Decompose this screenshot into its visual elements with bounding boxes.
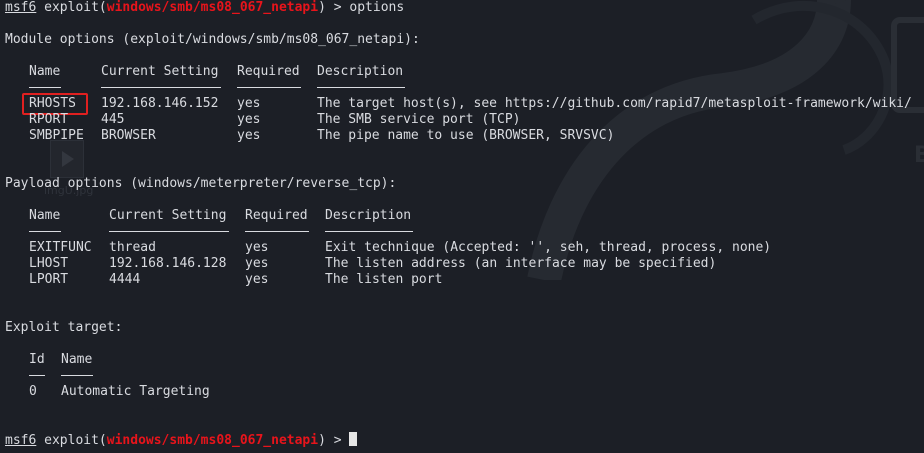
option-description: The SMB service port (TCP)	[317, 112, 521, 127]
option-name: LPORT	[29, 272, 69, 287]
target-header-name: Name	[61, 352, 93, 367]
option-description: The target host(s), see https://github.c…	[317, 96, 912, 111]
divider	[29, 231, 61, 232]
terminal-window[interactable]: K BY OFFE imgU.jpg msf6 exploit(windows/…	[0, 0, 924, 453]
option-description: The listen address (an interface may be …	[325, 256, 717, 271]
target-header-id: Id	[29, 352, 45, 367]
divider	[237, 87, 301, 88]
play-icon	[62, 151, 74, 167]
option-required: yes	[237, 112, 261, 127]
prompt-module: windows/smb/ms08_067_netapi	[106, 0, 319, 15]
module-header-name: Name	[29, 64, 61, 79]
divider	[317, 87, 405, 88]
option-setting: 4444	[109, 272, 141, 287]
option-name: EXITFUNC	[29, 240, 92, 255]
option-required: yes	[237, 96, 261, 111]
module-header-setting: Current Setting	[101, 64, 219, 79]
option-setting: thread	[109, 240, 156, 255]
option-name: LHOST	[29, 256, 69, 271]
option-required: yes	[245, 272, 269, 287]
payload-header-description: Description	[325, 208, 412, 223]
payload-header-required: Required	[245, 208, 308, 223]
prompt-module: windows/smb/ms08_067_netapi	[106, 433, 319, 448]
option-description: The listen port	[325, 272, 443, 287]
target-id: 0	[29, 384, 37, 399]
divider	[325, 231, 413, 232]
option-description: Exit technique (Accepted: '', seh, threa…	[325, 240, 772, 255]
option-setting: 445	[101, 112, 125, 127]
module-header-required: Required	[237, 64, 300, 79]
divider	[101, 87, 221, 88]
module-header-description: Description	[317, 64, 404, 79]
payload-options-title: Payload options (windows/meterpreter/rev…	[5, 176, 397, 191]
payload-header-setting: Current Setting	[109, 208, 227, 223]
prompt-line[interactable]: msf6 exploit(windows/smb/ms08_067_netapi…	[5, 432, 358, 448]
text-cursor[interactable]	[349, 432, 358, 446]
exploit-target-title: Exploit target:	[5, 320, 123, 335]
option-description: The pipe name to use (BROWSER, SRVSVC)	[317, 128, 615, 143]
watermark-text: BY OFFE	[914, 143, 924, 168]
option-setting: 192.168.146.152	[101, 96, 219, 111]
prompt-name: msf6	[5, 0, 37, 15]
option-required: yes	[245, 256, 269, 271]
target-name: Automatic Targeting	[61, 384, 210, 399]
option-name: SMBPIPE	[29, 128, 84, 143]
payload-header-name: Name	[29, 208, 61, 223]
divider	[109, 231, 229, 232]
divider	[245, 231, 309, 232]
option-name: RPORT	[29, 112, 69, 127]
module-options-title: Module options (exploit/windows/smb/ms08…	[5, 32, 420, 47]
entered-command: options	[349, 0, 405, 15]
option-required: yes	[245, 240, 269, 255]
command-line: msf6 exploit(windows/smb/ms08_067_netapi…	[5, 0, 405, 15]
option-required: yes	[237, 128, 261, 143]
divider	[29, 375, 45, 376]
divider	[29, 87, 61, 88]
option-setting: 192.168.146.128	[109, 256, 227, 271]
divider	[61, 375, 93, 376]
option-setting: BROWSER	[101, 128, 156, 143]
prompt-name: msf6	[5, 433, 37, 448]
desktop-file-icon: imgU.jpg	[44, 140, 93, 210]
